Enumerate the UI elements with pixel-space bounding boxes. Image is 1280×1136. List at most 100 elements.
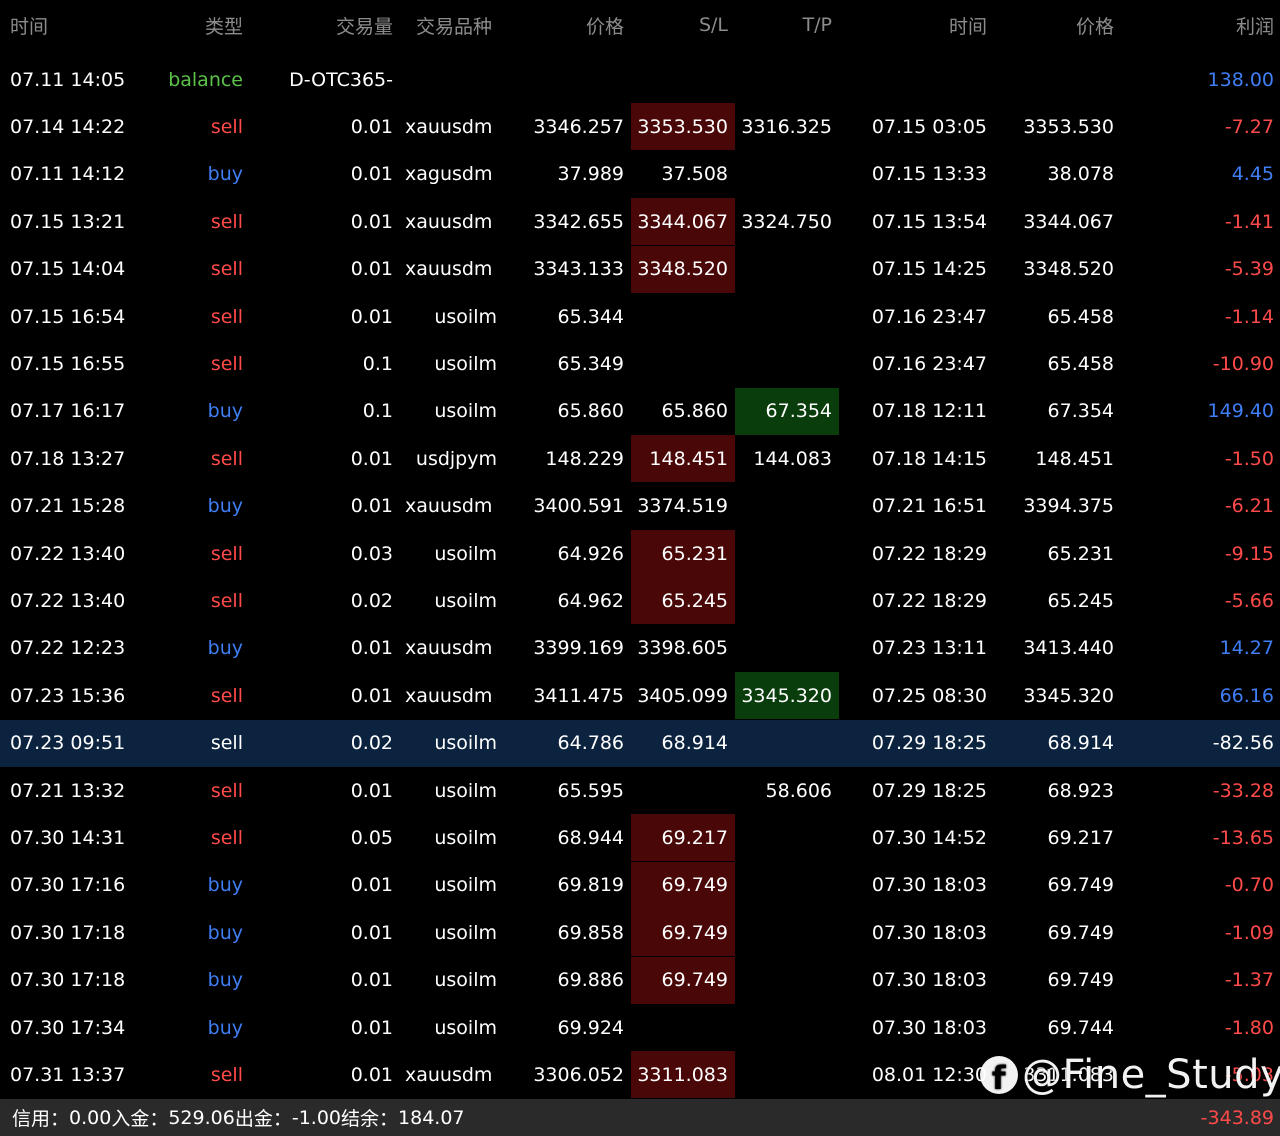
header-close-time[interactable]: 时间: [839, 0, 987, 50]
table-row[interactable]: 07.23 15:36 sell 0.01 xauusdm 3411.475 3405.0…: [0, 672, 1280, 720]
table-row[interactable]: 07.18 13:27 sell 0.01 usdjpym 148.229 148.451…: [0, 435, 1280, 483]
header-time[interactable]: 时间: [10, 0, 170, 50]
cell-close-time: [839, 56, 987, 103]
cell-type: sell: [210, 779, 243, 802]
total-profit: -343.89: [1200, 1106, 1274, 1129]
cell-volume: 0.01: [350, 210, 393, 233]
cell-close-time: 07.29 18:25: [871, 779, 987, 802]
cell-symbol: usoilm: [434, 305, 497, 328]
header-sl[interactable]: S/L: [631, 0, 735, 50]
cell-sl: [631, 56, 735, 103]
cell-time: 07.30 17:18: [10, 969, 126, 992]
cell-price: 37.989: [557, 163, 624, 186]
cell-sl: 65.860: [661, 400, 728, 423]
cell-profit: -10.90: [1212, 352, 1274, 375]
cell-price: 64.786: [557, 732, 624, 755]
cell-symbol: usoilm: [434, 1016, 497, 1039]
cell-type: sell: [210, 732, 243, 755]
table-row[interactable]: 07.15 16:55 sell 0.1 usoilm 65.349 07.16 23:4…: [0, 340, 1280, 387]
cell-time: 07.30 14:31: [10, 826, 126, 849]
cell-sl: 3353.530: [631, 103, 735, 151]
cell-close-time: 07.30 18:03: [871, 969, 987, 992]
header-price[interactable]: 价格: [497, 0, 624, 50]
header-symbol[interactable]: 交易品种: [416, 0, 508, 50]
table-row[interactable]: 07.30 17:18 buy 0.01 usoilm 69.886 69.749 07.3…: [0, 956, 1280, 1004]
cell-sl: [631, 340, 735, 387]
cell-tp: 3345.320: [735, 672, 839, 720]
cell-symbol: xauusdm: [405, 1063, 493, 1086]
cell-sl: 3344.067: [631, 198, 735, 246]
cell-type: buy: [207, 1016, 243, 1039]
table-row[interactable]: 07.15 16:54 sell 0.01 usoilm 65.344 07.16 23:…: [0, 293, 1280, 340]
cell-type: sell: [210, 258, 243, 281]
table-row[interactable]: 07.21 13:32 sell 0.01 usoilm 65.595 58.606 07.…: [0, 767, 1280, 814]
cell-volume: 0.01: [350, 305, 393, 328]
cell-volume: 0.01: [350, 258, 393, 281]
table-row[interactable]: 07.14 14:22 sell 0.01 xauusdm 3346.257 3353.5…: [0, 103, 1280, 151]
cell-tp: [735, 862, 839, 909]
cell-symbol: usoilm: [434, 874, 497, 897]
cell-close-time: 07.30 18:03: [871, 1016, 987, 1039]
cell-close-time: 07.18 12:11: [871, 400, 987, 423]
cell-sl: 3398.605: [637, 637, 728, 660]
cell-close-time: 08.01 12:30: [871, 1063, 987, 1086]
cell-close-price: 65.458: [1047, 352, 1114, 375]
header-volume[interactable]: 交易量: [243, 0, 393, 50]
cell-close-price: 65.245: [1047, 589, 1114, 612]
cell-price: 69.924: [557, 1016, 624, 1039]
table-row[interactable]: 07.30 17:18 buy 0.01 usoilm 69.858 69.749 07.3…: [0, 909, 1280, 957]
cell-volume: 0.01: [350, 163, 393, 186]
summary-text: 信用： 0.00 入金： 529.06 出金： -1.00 结余： 184.07: [12, 1099, 465, 1136]
cell-tp: [735, 577, 839, 624]
header-tp[interactable]: T/P: [735, 0, 839, 50]
cell-time: 07.22 13:40: [10, 589, 126, 612]
cell-price: 3342.655: [533, 210, 624, 233]
header-close-price[interactable]: 价格: [987, 0, 1114, 50]
table-row[interactable]: 07.23 09:51 sell 0.02 usoilm 64.786 68.914 07.…: [0, 719, 1280, 767]
cell-close-price: 3345.320: [1023, 684, 1114, 707]
cell-type: buy: [207, 400, 243, 423]
table-row[interactable]: 07.22 13:40 sell 0.03 usoilm 64.926 65.231 07.…: [0, 530, 1280, 577]
cell-volume: 0.1: [362, 400, 393, 423]
header-profit[interactable]: 利润: [1114, 0, 1274, 50]
cell-symbol: usoilm: [434, 352, 497, 375]
header-type[interactable]: 类型: [160, 0, 243, 50]
table-row[interactable]: 07.21 15:28 buy 0.01 xauusdm 3400.591 3374.51…: [0, 483, 1280, 530]
table-row[interactable]: 07.15 14:04 sell 0.01 xauusdm 3343.133 3348.5…: [0, 245, 1280, 293]
cell-close-price: 69.744: [1047, 1016, 1114, 1039]
balance-value: 184.07: [398, 1106, 465, 1129]
cell-close-price: 68.914: [1047, 732, 1114, 755]
cell-tp: [735, 293, 839, 340]
cell-type: buy: [207, 921, 243, 944]
table-row[interactable]: 07.11 14:12 buy 0.01 xagusdm 37.989 37.508 07.…: [0, 151, 1280, 198]
table-row[interactable]: 07.15 13:21 sell 0.01 xauusdm 3342.655 3344.0…: [0, 198, 1280, 246]
cell-price: 3346.257: [533, 115, 624, 138]
table-row[interactable]: 07.17 16:17 buy 0.1 usoilm 65.860 65.860 67.35…: [0, 387, 1280, 435]
table-row[interactable]: 07.30 17:34 buy 0.01 usoilm 69.924 07.30 18:0…: [0, 1004, 1280, 1051]
cell-time: 07.30 17:34: [10, 1016, 126, 1039]
table-row[interactable]: 07.30 14:31 sell 0.05 usoilm 68.944 69.217 07.…: [0, 814, 1280, 862]
table-row[interactable]: 07.11 14:05 balance D-OTC365- 138.00: [0, 56, 1280, 103]
cell-profit: -5.66: [1224, 589, 1274, 612]
deposit-label: 入金：: [111, 1108, 169, 1130]
cell-volume: 0.02: [350, 589, 393, 612]
cell-volume: 0.01: [350, 874, 393, 897]
table-row[interactable]: 07.30 17:16 buy 0.01 usoilm 69.819 69.749 07.3…: [0, 861, 1280, 909]
cell-sl: 3311.083: [631, 1051, 735, 1099]
cell-time: 07.30 17:18: [10, 921, 126, 944]
cell-profit: -1.37: [1224, 969, 1274, 992]
cell-close-time: 07.15 14:25: [871, 258, 987, 281]
cell-time: 07.15 13:21: [10, 210, 126, 233]
facebook-icon: f: [980, 1056, 1018, 1094]
table-row[interactable]: 07.22 12:23 buy 0.01 xauusdm 3399.169 3398.60…: [0, 625, 1280, 672]
cell-profit: -1.41: [1224, 210, 1274, 233]
cell-volume: 0.01: [350, 1016, 393, 1039]
cell-price: 65.595: [557, 779, 624, 802]
cell-sl: 68.914: [661, 732, 728, 755]
table-row[interactable]: 07.22 13:40 sell 0.02 usoilm 64.962 65.245 07.…: [0, 577, 1280, 625]
cell-price: 69.819: [557, 874, 624, 897]
cell-time: 07.22 13:40: [10, 542, 126, 565]
cell-close-price: 38.078: [1047, 163, 1114, 186]
cell-profit: -1.09: [1224, 921, 1274, 944]
cell-close-price: 68.923: [1047, 779, 1114, 802]
